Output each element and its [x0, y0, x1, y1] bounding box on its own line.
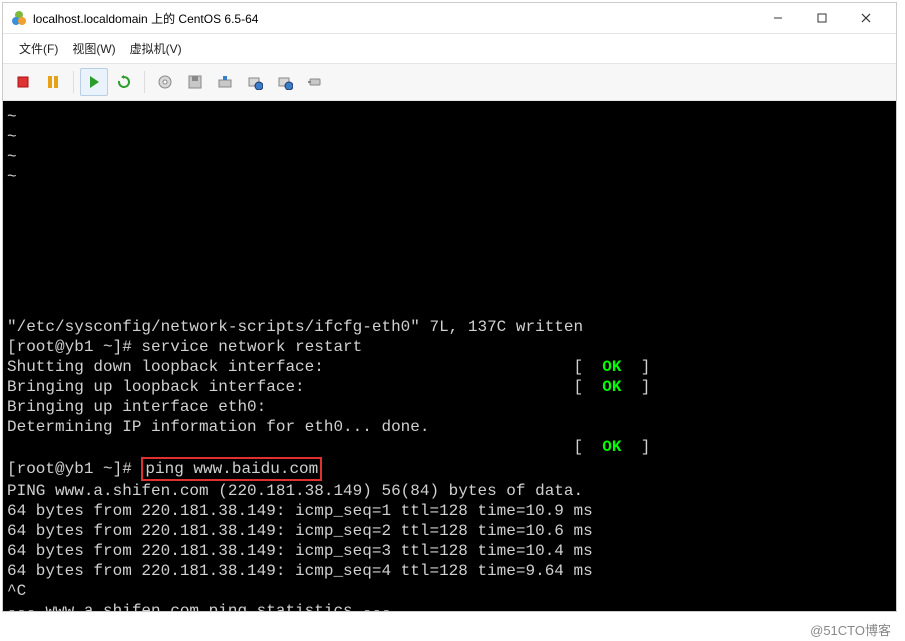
terminal-line: 64 bytes from 220.181.38.149: icmp_seq=4… — [7, 561, 892, 581]
terminal-line: [root@yb1 ~]# ping www.baidu.com — [7, 457, 892, 481]
device2-button[interactable] — [271, 68, 299, 96]
menubar: 文件(F) 视图(W) 虚拟机(V) — [3, 33, 896, 63]
floppy-button[interactable] — [181, 68, 209, 96]
terminal-line: ^C — [7, 581, 892, 601]
terminal-line: Determining IP information for eth0... d… — [7, 417, 892, 437]
device1-button[interactable] — [241, 68, 269, 96]
disk-button[interactable] — [151, 68, 179, 96]
terminal-line: "/etc/sysconfig/network-scripts/ifcfg-et… — [7, 317, 892, 337]
terminal-line: PING www.a.shifen.com (220.181.38.149) 5… — [7, 481, 892, 501]
terminal[interactable]: ~ ~ ~ ~ "/etc/sysconfig/network-scripts/… — [3, 101, 896, 611]
terminal-line: ~ — [7, 107, 892, 127]
terminal-line: ~ — [7, 147, 892, 167]
usb-button[interactable] — [301, 68, 329, 96]
pause-button[interactable] — [39, 68, 67, 96]
stop-button[interactable] — [9, 68, 37, 96]
terminal-line: [ OK ] — [7, 437, 892, 457]
maximize-button[interactable] — [800, 4, 844, 32]
prompt: [root@yb1 ~]# — [7, 460, 141, 478]
vm-console-window: localhost.localdomain 上的 CentOS 6.5-64 文… — [2, 2, 897, 612]
terminal-line: 64 bytes from 220.181.38.149: icmp_seq=3… — [7, 541, 892, 561]
terminal-text: Bringing up loopback interface: [ — [7, 378, 602, 396]
menu-file[interactable]: 文件(F) — [13, 38, 64, 59]
network-button[interactable] — [211, 68, 239, 96]
terminal-text: [ — [7, 438, 602, 456]
terminal-line: Bringing up loopback interface: [ OK ] — [7, 377, 892, 397]
reload-button[interactable] — [110, 68, 138, 96]
status-ok: OK — [602, 358, 621, 376]
terminal-line: --- www.a.shifen.com ping statistics --- — [7, 601, 892, 611]
minimize-button[interactable] — [756, 4, 800, 32]
terminal-text: Shutting down loopback interface: [ — [7, 358, 602, 376]
terminal-line: ~ — [7, 167, 892, 187]
watermark: @51CTO博客 — [0, 614, 895, 641]
window-controls — [756, 4, 888, 32]
terminal-line: 64 bytes from 220.181.38.149: icmp_seq=1… — [7, 501, 892, 521]
terminal-line: Shutting down loopback interface: [ OK ] — [7, 357, 892, 377]
toolbar — [3, 63, 896, 101]
close-button[interactable] — [844, 4, 888, 32]
menu-view[interactable]: 视图(W) — [66, 38, 121, 59]
status-ok: OK — [602, 378, 621, 396]
terminal-line: ~ — [7, 127, 892, 147]
terminal-text: ] — [622, 358, 651, 376]
terminal-line: Bringing up interface eth0: — [7, 397, 892, 417]
vsphere-icon — [11, 10, 27, 26]
status-ok: OK — [602, 438, 621, 456]
window-title: localhost.localdomain 上的 CentOS 6.5-64 — [33, 10, 756, 27]
terminal-text: ] — [622, 438, 651, 456]
terminal-line: [root@yb1 ~]# service network restart — [7, 337, 892, 357]
play-button[interactable] — [80, 68, 108, 96]
toolbar-separator — [144, 71, 145, 93]
terminal-line: 64 bytes from 220.181.38.149: icmp_seq=2… — [7, 521, 892, 541]
titlebar: localhost.localdomain 上的 CentOS 6.5-64 — [3, 3, 896, 33]
highlighted-command: ping www.baidu.com — [141, 457, 322, 481]
terminal-spacer — [7, 187, 892, 317]
terminal-text: ] — [622, 378, 651, 396]
toolbar-separator — [73, 71, 74, 93]
menu-vm[interactable]: 虚拟机(V) — [124, 38, 188, 59]
